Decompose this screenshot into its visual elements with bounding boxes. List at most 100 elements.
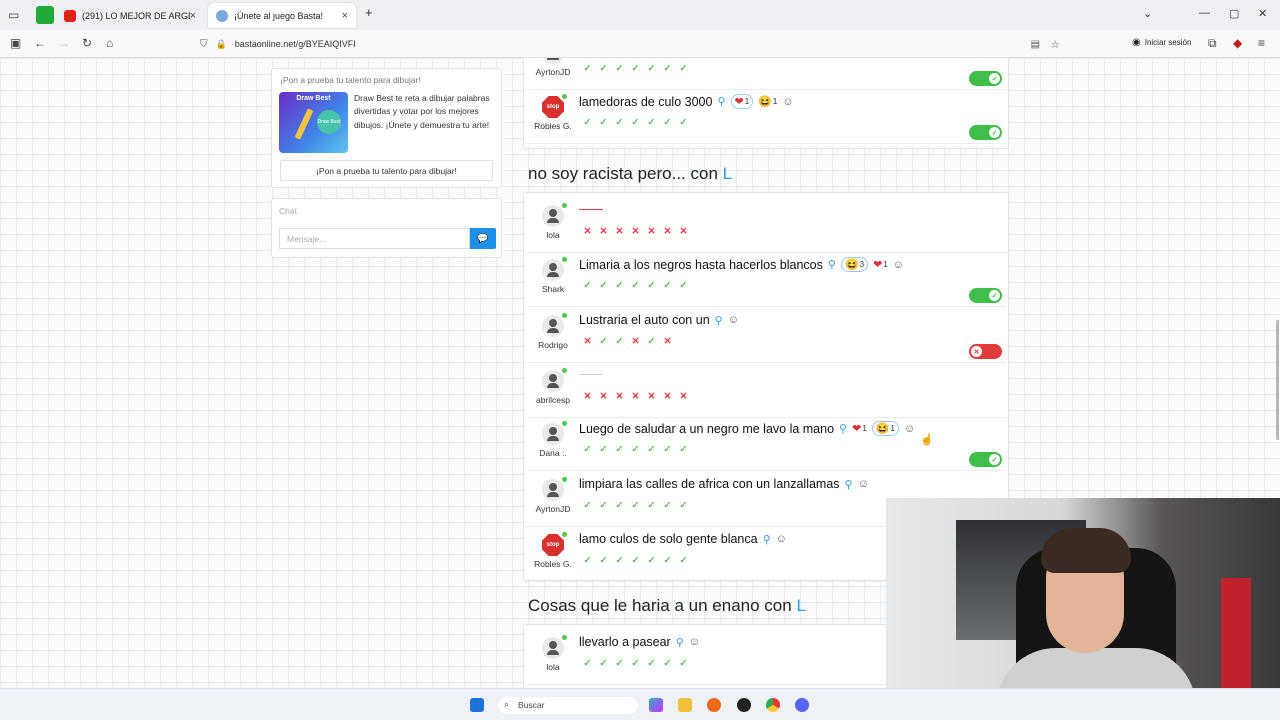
app-icon[interactable] bbox=[737, 698, 751, 712]
sidebar-icon[interactable]: ▣ bbox=[10, 36, 21, 50]
profile-badge-icon[interactable]: ◆ bbox=[1233, 36, 1242, 50]
promo-card: ¡Pon a prueba tu talento para dibujar! D… bbox=[271, 68, 502, 188]
browser-nav-bar: ▣ ← → ↻ ⌂ ⛉ 🔒 bastaonline.net/g/BYEAIQIV… bbox=[0, 30, 1280, 58]
lol-reaction[interactable]: 😆 3 bbox=[840, 257, 869, 272]
player-name: AyrtonJD bbox=[535, 504, 571, 514]
lol-reaction[interactable]: 😆 1 bbox=[871, 421, 899, 436]
user-avatar-icon bbox=[542, 637, 564, 659]
promo-button[interactable]: ¡Pon a prueba tu talento para dibujar! bbox=[280, 160, 493, 181]
promo-image-title: Draw Best bbox=[296, 95, 331, 102]
validity-toggle[interactable]: ✓ bbox=[969, 71, 1002, 86]
reaction-count: 1 bbox=[883, 260, 888, 269]
check-icon: ✓ bbox=[615, 444, 624, 455]
check-icon: ✓ bbox=[631, 444, 640, 455]
extensions-icon[interactable]: ⧉ bbox=[1208, 36, 1217, 51]
taskbar-search[interactable]: ⌕ Buscar bbox=[498, 697, 638, 714]
player-name: Robles G. bbox=[534, 121, 572, 131]
new-tab-button[interactable]: + bbox=[365, 5, 373, 20]
player-name: Shark bbox=[541, 284, 565, 294]
lock-icon[interactable]: 🔒 bbox=[216, 39, 227, 50]
add-reaction-icon[interactable]: ☺ bbox=[904, 423, 915, 435]
maximize-icon[interactable]: ▢ bbox=[1229, 7, 1239, 20]
chrome-icon[interactable] bbox=[766, 698, 780, 712]
add-reaction-icon[interactable]: ☺ bbox=[893, 259, 904, 271]
tab-overview-icon[interactable]: ▭ bbox=[8, 8, 19, 22]
search-icon[interactable]: ⚲ bbox=[717, 95, 725, 108]
validity-toggle[interactable]: ✓ bbox=[969, 125, 1002, 140]
cross-icon: ✕ bbox=[679, 391, 688, 402]
search-icon[interactable]: ⚲ bbox=[828, 258, 836, 271]
search-icon[interactable]: ⚲ bbox=[845, 478, 853, 491]
windows-start-icon[interactable] bbox=[470, 698, 484, 712]
heart-reaction[interactable]: ❤ 1 bbox=[730, 94, 754, 109]
empty-answer-line bbox=[579, 374, 603, 375]
check-icon: ✓ bbox=[583, 555, 592, 566]
empty-answer-line bbox=[579, 209, 603, 210]
category-title-text: no soy racista pero... con bbox=[528, 164, 718, 183]
add-reaction-icon[interactable]: ☺ bbox=[689, 636, 700, 648]
check-icon: ✓ bbox=[599, 280, 608, 291]
check-icon: ✓ bbox=[615, 117, 624, 128]
back-arrow-icon[interactable]: ← bbox=[34, 36, 46, 50]
chat-card: Chat Mensaje... 💬 bbox=[271, 198, 502, 258]
check-icon: ✓ bbox=[647, 280, 656, 291]
user-avatar-icon bbox=[542, 370, 564, 392]
heart-reaction[interactable]: ❤ 1 bbox=[852, 422, 867, 435]
cross-icon: ✕ bbox=[631, 391, 640, 402]
add-reaction-icon[interactable]: ☺ bbox=[728, 314, 739, 326]
forward-arrow-icon[interactable]: → bbox=[58, 36, 70, 50]
search-icon[interactable]: ⚲ bbox=[715, 314, 723, 327]
minimize-icon[interactable]: — bbox=[1199, 7, 1210, 19]
shield-icon[interactable]: ⛉ bbox=[200, 39, 208, 50]
close-icon[interactable]: × bbox=[190, 10, 196, 22]
chat-message-input[interactable]: Mensaje... bbox=[279, 228, 470, 249]
user-avatar-icon bbox=[542, 479, 564, 501]
bookmark-star-icon[interactable]: ☆ bbox=[1050, 38, 1060, 51]
chat-bubble-icon: 💬 bbox=[477, 233, 489, 243]
address-bar[interactable]: ⛉ 🔒 bastaonline.net/g/BYEAIQIVFI ▤ ☆ bbox=[200, 33, 1060, 55]
lol-reaction[interactable]: 😆 1 bbox=[758, 95, 777, 108]
tab-list-chevron-icon[interactable]: ⌄ bbox=[1143, 7, 1152, 20]
menu-icon[interactable]: ≡ bbox=[1258, 36, 1265, 50]
close-icon[interactable]: × bbox=[342, 10, 348, 22]
heart-reaction[interactable]: ❤ 1 bbox=[873, 258, 888, 271]
tab-youtube[interactable]: (291) LO MEJOR DE ARGENTINA × bbox=[56, 3, 204, 28]
tab-basta[interactable]: ¡Únete al juego Basta! × bbox=[208, 3, 356, 28]
file-explorer-icon[interactable] bbox=[678, 698, 692, 712]
user-avatar-icon bbox=[542, 315, 564, 337]
close-window-icon[interactable]: ✕ bbox=[1258, 7, 1267, 20]
login-button[interactable]: ◉ Iniciar sesión bbox=[1132, 37, 1191, 48]
tab-label: (291) LO MEJOR DE ARGENTINA bbox=[82, 10, 190, 21]
search-icon[interactable]: ⚲ bbox=[676, 636, 684, 649]
firefox-icon[interactable] bbox=[707, 698, 721, 712]
add-reaction-icon[interactable]: ☺ bbox=[782, 96, 793, 108]
promo-image[interactable]: Draw Best Draw Best bbox=[279, 92, 348, 153]
app-favicon-icon[interactable] bbox=[36, 6, 54, 24]
check-icon: ✓ bbox=[631, 280, 640, 291]
tab-label: ¡Únete al juego Basta! bbox=[234, 10, 324, 21]
check-icon: ✓ bbox=[647, 336, 656, 347]
search-icon[interactable]: ⚲ bbox=[839, 422, 847, 435]
home-icon[interactable]: ⌂ bbox=[106, 36, 113, 50]
reaction-count: 1 bbox=[890, 424, 895, 433]
add-reaction-icon[interactable]: ☺ bbox=[858, 478, 869, 490]
copilot-icon[interactable] bbox=[649, 698, 663, 712]
player-name: lola bbox=[546, 230, 560, 240]
mouse-cursor-icon: ☝ bbox=[920, 434, 934, 446]
validity-toggle[interactable]: ✕ bbox=[969, 344, 1002, 359]
check-icon: ✓ bbox=[631, 63, 640, 74]
cross-icon: ✕ bbox=[663, 391, 672, 402]
discord-icon[interactable] bbox=[795, 698, 809, 712]
validity-toggle[interactable]: ✓ bbox=[969, 288, 1002, 303]
add-reaction-icon[interactable]: ☺ bbox=[776, 533, 787, 545]
reload-icon[interactable]: ↻ bbox=[82, 36, 92, 50]
url-text[interactable]: bastaonline.net/g/BYEAIQIVFI bbox=[235, 39, 356, 49]
reader-view-icon[interactable]: ▤ bbox=[1031, 39, 1040, 50]
chat-send-button[interactable]: 💬 bbox=[470, 228, 496, 249]
answer-row: stop Robles G. lamedoras de culo 3000 ⚲ ❤ 1 😆 1… bbox=[526, 89, 1006, 144]
vote-marks: ✕ ✕ ✕ ✕ ✕ ✕ ✕ bbox=[582, 226, 689, 237]
validity-toggle[interactable]: ✓ bbox=[969, 452, 1002, 467]
user-avatar-icon bbox=[542, 259, 564, 281]
search-icon[interactable]: ⚲ bbox=[763, 533, 771, 546]
scrollbar[interactable] bbox=[1276, 320, 1279, 440]
